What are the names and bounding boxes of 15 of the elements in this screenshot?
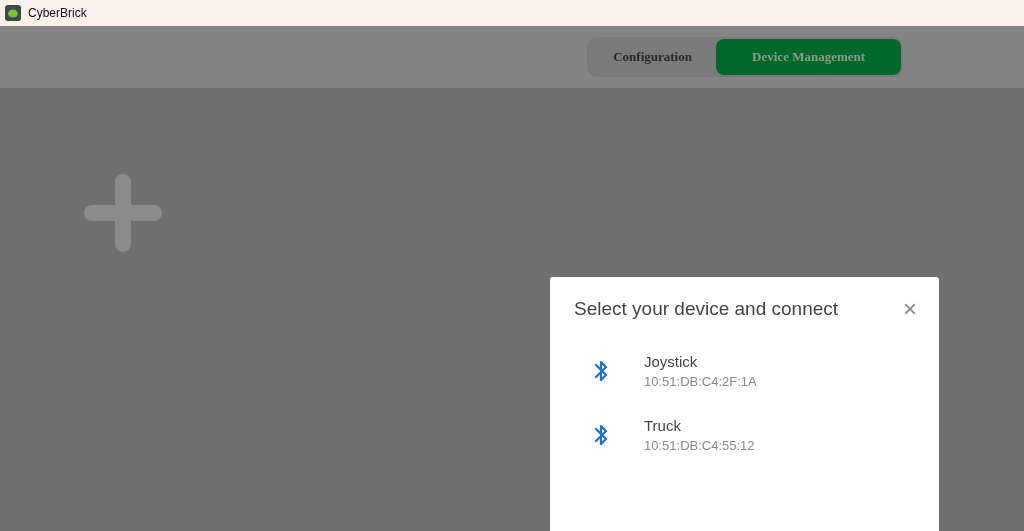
device-name: Truck [644, 417, 682, 434]
dialog-title: Select your device and connect [574, 298, 839, 320]
add-icon[interactable] [84, 174, 162, 252]
device-item[interactable]: Joystick 10:51:DB:C4:2F:1A [550, 353, 939, 389]
bluetooth-icon [594, 359, 608, 383]
device-address: 10:51:DB:C4:2F:1A [644, 374, 757, 389]
tab[interactable]: Device Management [716, 39, 901, 75]
window-title: CyberBrick [28, 6, 87, 20]
device-item[interactable]: Truck 10:51:DB:C4:55:12 [550, 417, 939, 453]
tab[interactable]: Configuration [589, 39, 717, 75]
device-address: 10:51:DB:C4:55:12 [644, 438, 755, 453]
app-logo-icon [5, 5, 21, 21]
close-button[interactable]: × [901, 297, 919, 321]
device-name: Joystick [644, 353, 699, 370]
bluetooth-icon [594, 423, 608, 447]
